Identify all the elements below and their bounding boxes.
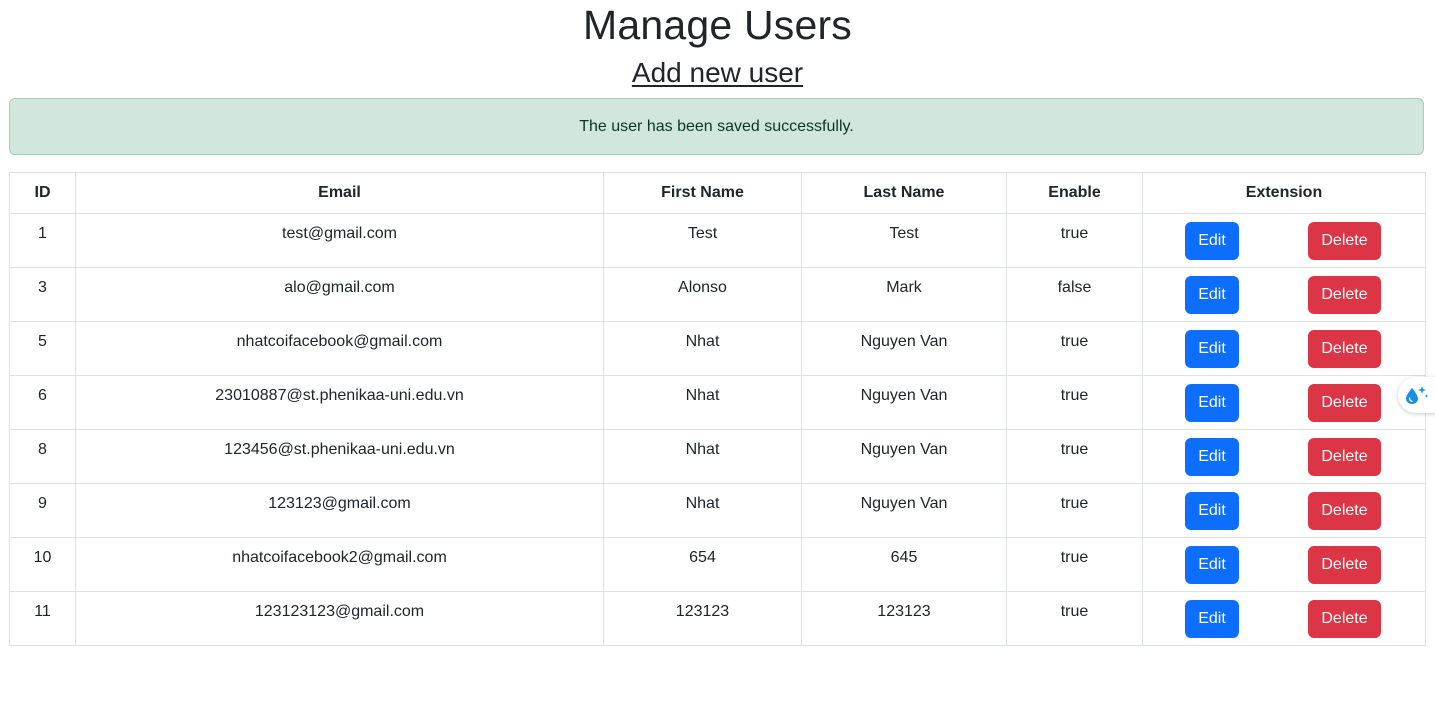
side-extension-widget[interactable]: [1398, 377, 1435, 413]
cell-first-name: Nhat: [603, 375, 802, 430]
cell-extension: Edit Delete: [1142, 429, 1426, 484]
water-drop-sparkle-icon: [1406, 386, 1429, 404]
cell-enable: true: [1006, 537, 1143, 592]
cell-id: 8: [9, 429, 76, 484]
cell-last-name: Test: [801, 213, 1007, 268]
cell-first-name: 654: [603, 537, 802, 592]
cell-last-name: Mark: [801, 267, 1007, 322]
cell-extension: Edit Delete: [1142, 213, 1426, 268]
cell-last-name: 645: [801, 537, 1007, 592]
cell-extension: Edit Delete: [1142, 483, 1426, 538]
edit-button[interactable]: Edit: [1185, 438, 1239, 476]
header-id: ID: [9, 172, 76, 214]
header-email: Email: [75, 172, 604, 214]
cell-enable: true: [1006, 483, 1143, 538]
cell-extension: Edit Delete: [1142, 375, 1426, 430]
table-row: 11 123123123@gmail.com 123123 123123 true Edi…: [9, 591, 1426, 646]
table-row: 8 123456@st.phenikaa-uni.edu.vn Nhat Nguyen…: [9, 429, 1426, 484]
add-user-link-wrap: Add new user: [0, 55, 1435, 91]
row-actions: Edit Delete: [1143, 492, 1425, 530]
cell-first-name: 123123: [603, 591, 802, 646]
row-actions: Edit Delete: [1143, 546, 1425, 584]
row-actions: Edit Delete: [1143, 222, 1425, 260]
cell-id: 6: [9, 375, 76, 430]
table-header: ID Email First Name Last Name Enable Ext…: [9, 172, 1426, 214]
cell-last-name: Nguyen Van: [801, 321, 1007, 376]
cell-email: nhatcoifacebook2@gmail.com: [75, 537, 604, 592]
header-last-name: Last Name: [801, 172, 1007, 214]
cell-last-name: Nguyen Van: [801, 483, 1007, 538]
cell-extension: Edit Delete: [1142, 591, 1426, 646]
cell-id: 9: [9, 483, 76, 538]
cell-email: test@gmail.com: [75, 213, 604, 268]
delete-button[interactable]: Delete: [1308, 276, 1381, 314]
table-row: 6 23010887@st.phenikaa-uni.edu.vn Nhat Nguy…: [9, 375, 1426, 430]
cell-email: nhatcoifacebook@gmail.com: [75, 321, 604, 376]
add-new-user-link[interactable]: Add new user: [632, 57, 803, 88]
cell-email: 123456@st.phenikaa-uni.edu.vn: [75, 429, 604, 484]
page: Manage Users Add new user The user has b…: [0, 0, 1435, 725]
table-row: 9 123123@gmail.com Nhat Nguyen Van true Edit D…: [9, 483, 1426, 538]
cell-extension: Edit Delete: [1142, 537, 1426, 592]
cell-id: 5: [9, 321, 76, 376]
cell-id: 10: [9, 537, 76, 592]
cell-extension: Edit Delete: [1142, 321, 1426, 376]
table-row: 1 test@gmail.com Test Test true Edit Delete: [9, 213, 1426, 268]
cell-email: 23010887@st.phenikaa-uni.edu.vn: [75, 375, 604, 430]
cell-first-name: Alonso: [603, 267, 802, 322]
cell-email: 123123@gmail.com: [75, 483, 604, 538]
cell-enable: true: [1006, 321, 1143, 376]
edit-button[interactable]: Edit: [1185, 222, 1239, 260]
delete-button[interactable]: Delete: [1308, 600, 1381, 638]
delete-button[interactable]: Delete: [1308, 384, 1381, 422]
cell-last-name: 123123: [801, 591, 1007, 646]
header-enable: Enable: [1006, 172, 1143, 214]
edit-button[interactable]: Edit: [1185, 492, 1239, 530]
row-actions: Edit Delete: [1143, 438, 1425, 476]
table-row: 10 nhatcoifacebook2@gmail.com 654 645 true Ed…: [9, 537, 1426, 592]
success-alert: The user has been saved successfully.: [9, 98, 1424, 155]
header-first-name: First Name: [603, 172, 802, 214]
table-row: 5 nhatcoifacebook@gmail.com Nhat Nguyen Van…: [9, 321, 1426, 376]
delete-button[interactable]: Delete: [1308, 492, 1381, 530]
delete-button[interactable]: Delete: [1308, 222, 1381, 260]
cell-extension: Edit Delete: [1142, 267, 1426, 322]
page-title: Manage Users: [582, 2, 853, 48]
cell-id: 3: [9, 267, 76, 322]
header-extension: Extension: [1142, 172, 1426, 214]
cell-enable: true: [1006, 591, 1143, 646]
cell-first-name: Nhat: [603, 429, 802, 484]
delete-button[interactable]: Delete: [1308, 438, 1381, 476]
edit-button[interactable]: Edit: [1185, 276, 1239, 314]
table-body: 1 test@gmail.com Test Test true Edit Delete 3 al…: [9, 213, 1426, 646]
cell-last-name: Nguyen Van: [801, 429, 1007, 484]
cell-enable: true: [1006, 429, 1143, 484]
cell-first-name: Nhat: [603, 321, 802, 376]
cell-first-name: Test: [603, 213, 802, 268]
cell-first-name: Nhat: [603, 483, 802, 538]
edit-button[interactable]: Edit: [1185, 600, 1239, 638]
cell-enable: false: [1006, 267, 1143, 322]
row-actions: Edit Delete: [1143, 276, 1425, 314]
users-table: ID Email First Name Last Name Enable Ext…: [9, 172, 1426, 646]
cell-email: 123123123@gmail.com: [75, 591, 604, 646]
cell-last-name: Nguyen Van: [801, 375, 1007, 430]
cell-email: alo@gmail.com: [75, 267, 604, 322]
header-row: ID Email First Name Last Name Enable Ext…: [9, 172, 1426, 214]
cell-enable: true: [1006, 375, 1143, 430]
table-row: 3 alo@gmail.com Alonso Mark false Edit Delete: [9, 267, 1426, 322]
cell-enable: true: [1006, 213, 1143, 268]
edit-button[interactable]: Edit: [1185, 546, 1239, 584]
cell-id: 1: [9, 213, 76, 268]
cell-id: 11: [9, 591, 76, 646]
row-actions: Edit Delete: [1143, 330, 1425, 368]
delete-button[interactable]: Delete: [1308, 546, 1381, 584]
row-actions: Edit Delete: [1143, 600, 1425, 638]
edit-button[interactable]: Edit: [1185, 384, 1239, 422]
row-actions: Edit Delete: [1143, 384, 1425, 422]
edit-button[interactable]: Edit: [1185, 330, 1239, 368]
delete-button[interactable]: Delete: [1308, 330, 1381, 368]
